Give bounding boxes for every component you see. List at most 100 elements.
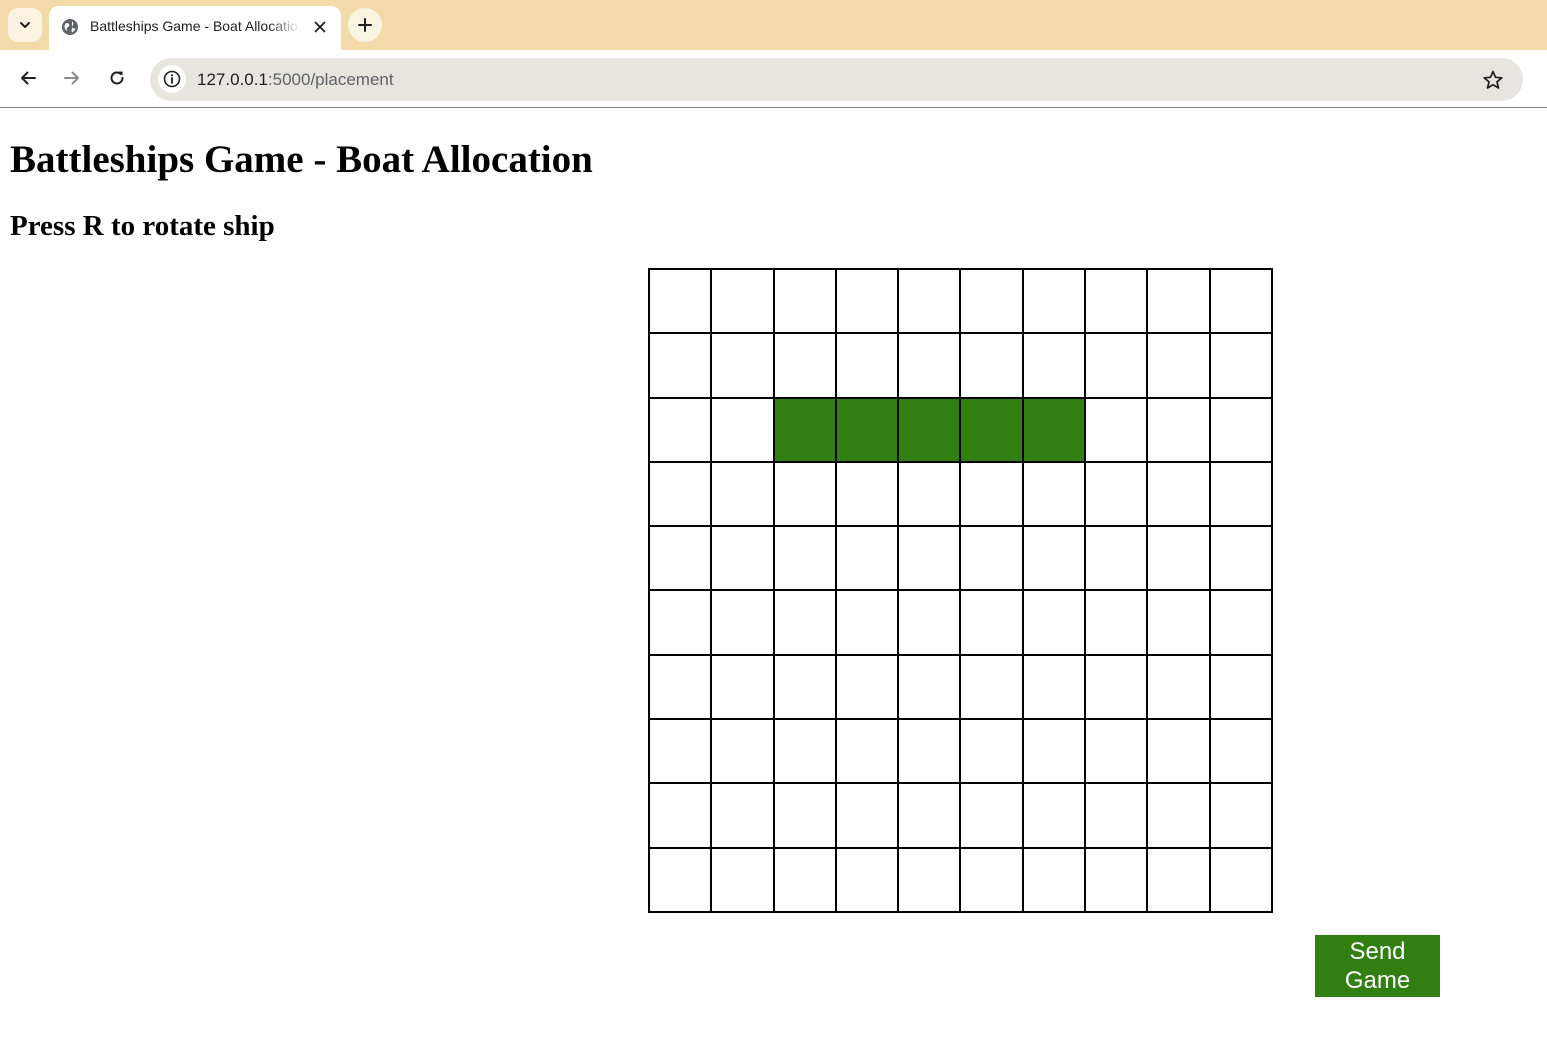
board-cell[interactable] [710,589,775,656]
board-cell[interactable] [772,332,837,399]
board-cell[interactable] [959,718,1024,785]
board-cell[interactable] [647,267,713,335]
board-cell-ship[interactable] [897,396,962,463]
board-cell[interactable] [1146,653,1211,721]
board-cell[interactable] [834,653,900,721]
board-cell[interactable] [772,718,837,785]
board-cell[interactable] [1021,332,1087,399]
board-cell[interactable] [1021,589,1087,656]
board-cell[interactable] [1084,782,1149,849]
board-cell-ship[interactable] [959,396,1024,463]
board-cell[interactable] [834,782,900,849]
forward-button[interactable] [56,62,88,94]
board-cell[interactable] [897,782,962,849]
board-cell[interactable] [1146,267,1211,335]
board-cell[interactable] [1084,267,1149,335]
board-cell[interactable] [834,460,900,528]
board-cell[interactable] [710,332,775,399]
board-cell[interactable] [647,653,713,721]
board-cell[interactable] [710,267,775,335]
board-cell[interactable] [834,525,900,592]
board-cell[interactable] [1208,718,1274,785]
board-cell[interactable] [897,846,962,914]
board-cell[interactable] [647,460,713,528]
board-cell[interactable] [1208,782,1274,849]
url-text[interactable]: 127.0.0.1:5000/placement [197,69,394,90]
board-cell[interactable] [897,267,962,335]
board-cell[interactable] [772,782,837,849]
board-cell[interactable] [710,653,775,721]
board-cell[interactable] [959,782,1024,849]
board-cell[interactable] [1146,525,1211,592]
board-cell[interactable] [1146,846,1211,914]
board-cell[interactable] [959,653,1024,721]
address-bar[interactable]: 127.0.0.1:5000/placement [150,58,1523,101]
board-cell[interactable] [1146,718,1211,785]
board-cell[interactable] [647,525,713,592]
board-cell[interactable] [710,396,775,463]
board-cell[interactable] [959,846,1024,914]
board-cell-ship[interactable] [772,396,837,463]
board-cell[interactable] [647,782,713,849]
board-cell[interactable] [1146,460,1211,528]
bookmark-button[interactable] [1480,67,1506,93]
site-info-button[interactable] [158,65,186,93]
board-cell[interactable] [1021,267,1087,335]
board-cell[interactable] [897,653,962,721]
board-cell[interactable] [1146,589,1211,656]
board-cell[interactable] [710,460,775,528]
board-cell[interactable] [834,267,900,335]
board-cell[interactable] [834,718,900,785]
board-cell[interactable] [1208,267,1274,335]
board-cell[interactable] [897,525,962,592]
board-cell[interactable] [1146,332,1211,399]
board-cell[interactable] [647,589,713,656]
board-cell[interactable] [1208,653,1274,721]
board-cell[interactable] [647,846,713,914]
board-cell[interactable] [1084,653,1149,721]
board-cell[interactable] [1208,589,1274,656]
board-cell[interactable] [772,846,837,914]
board-cell[interactable] [834,332,900,399]
board-cell[interactable] [1021,782,1087,849]
board-cell[interactable] [1146,396,1211,463]
board-cell[interactable] [1084,525,1149,592]
board-cell[interactable] [772,653,837,721]
board-cell[interactable] [1084,460,1149,528]
board-cell[interactable] [834,589,900,656]
board-cell[interactable] [710,718,775,785]
board-cell[interactable] [1208,460,1274,528]
board-cell[interactable] [1084,718,1149,785]
board-cell[interactable] [647,718,713,785]
browser-tab-active[interactable]: Battleships Game - Boat Allocation [49,6,341,50]
board-cell[interactable] [1021,846,1087,914]
send-game-button[interactable]: Send Game [1315,935,1440,997]
board-cell[interactable] [1021,460,1087,528]
board-cell[interactable] [647,332,713,399]
board-cell[interactable] [897,460,962,528]
board-cell[interactable] [1146,782,1211,849]
board-cell[interactable] [647,396,713,463]
board-cell[interactable] [1208,396,1274,463]
board-cell[interactable] [1084,332,1149,399]
board-cell[interactable] [959,267,1024,335]
board-cell[interactable] [772,460,837,528]
board-cell[interactable] [959,589,1024,656]
board-cell[interactable] [1021,653,1087,721]
board-cell[interactable] [834,846,900,914]
board-cell[interactable] [772,267,837,335]
board-cell[interactable] [1084,589,1149,656]
board-cell[interactable] [1021,718,1087,785]
board-cell[interactable] [959,525,1024,592]
board-cell[interactable] [1084,396,1149,463]
board-cell[interactable] [772,525,837,592]
board-cell[interactable] [1084,846,1149,914]
back-button[interactable] [12,62,44,94]
board-cell[interactable] [1208,525,1274,592]
tab-close-button[interactable] [309,16,331,38]
board-cell[interactable] [710,782,775,849]
board-cell[interactable] [897,332,962,399]
board-cell-ship[interactable] [834,396,900,463]
reload-button[interactable] [101,62,133,94]
board-cell-ship[interactable] [1021,396,1087,463]
